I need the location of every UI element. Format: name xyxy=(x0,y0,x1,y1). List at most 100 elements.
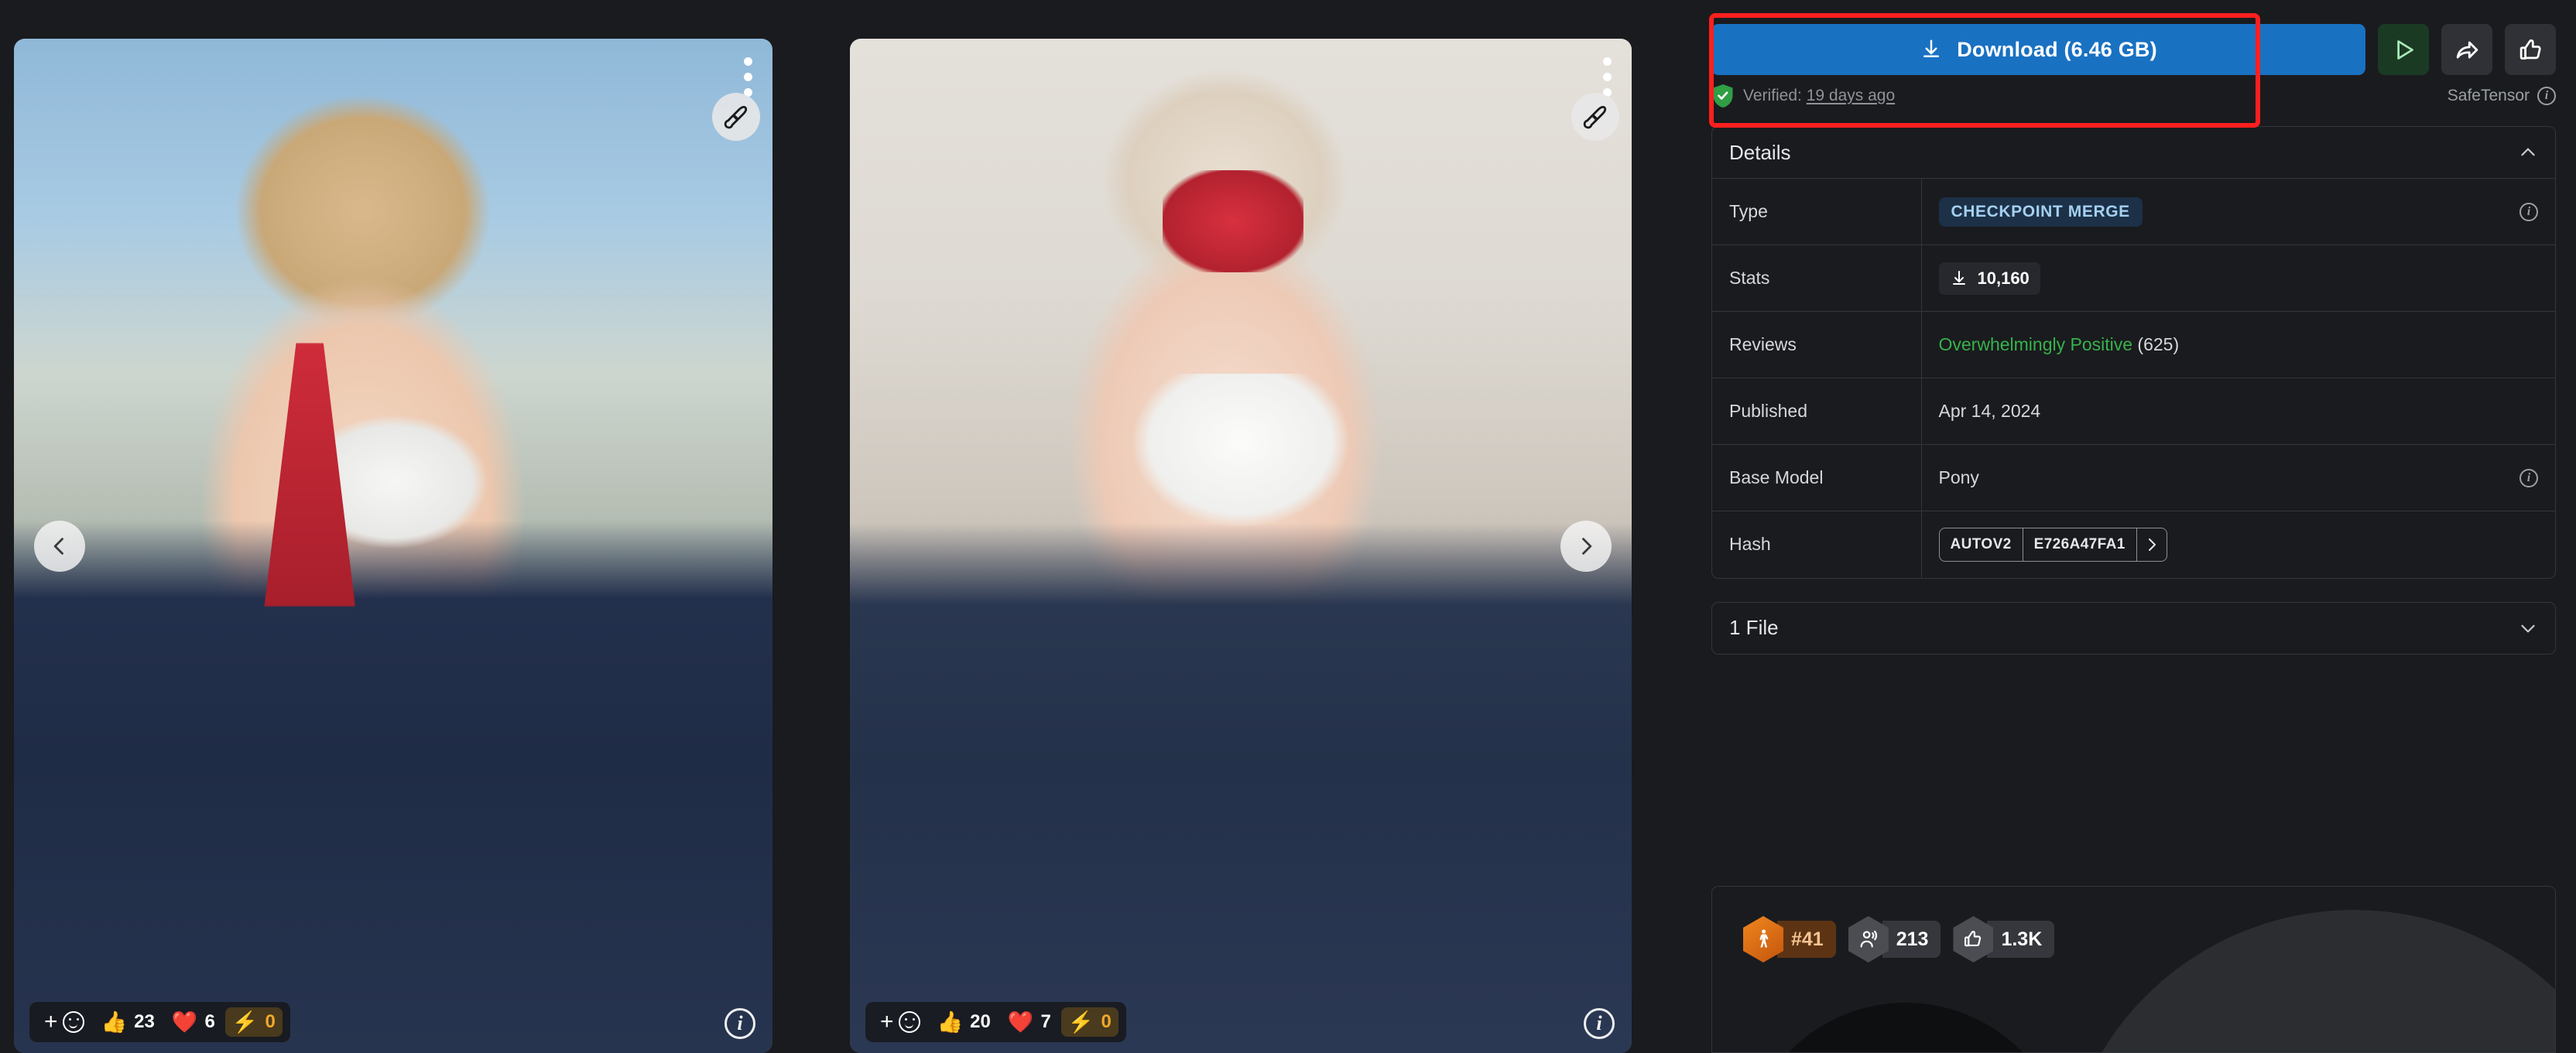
model-detail-page: + 👍 23 ❤️ 6 ⚡ 0 i + 👍 20 ❤️ 7 ⚡ 0 i Down… xyxy=(0,0,2576,1053)
remix-brush-icon-1[interactable] xyxy=(712,93,760,141)
showcase-background-arc xyxy=(2060,910,2555,1052)
table-row-type: Type CHECKPOINT MERGE i xyxy=(1712,178,2555,245)
smiley-face-icon xyxy=(62,1011,84,1033)
base-model-value: Pony xyxy=(1938,467,1979,487)
table-row-hash: Hash AUTOV2 E726A47FA1 xyxy=(1712,511,2555,578)
image-menu-kebab-icon-1[interactable] xyxy=(744,57,752,97)
table-row-base-model: Base Model Pony i xyxy=(1712,444,2555,511)
heart-emoji-icon: ❤️ xyxy=(1007,1010,1034,1034)
rank-badge[interactable]: #41 xyxy=(1743,916,1836,962)
downloads-count: 10,160 xyxy=(1977,268,2030,288)
thumbs-up-reaction-2[interactable]: 👍 20 xyxy=(930,1007,998,1037)
verified-time[interactable]: 19 days ago xyxy=(1807,87,1895,104)
add-reaction-button-1[interactable]: + xyxy=(37,1007,91,1038)
table-row-published: Published Apr 14, 2024 xyxy=(1712,378,2555,445)
chevron-up-icon xyxy=(2521,148,2535,156)
type-badge[interactable]: CHECKPOINT MERGE xyxy=(1938,197,2143,227)
thumbs-up-icon xyxy=(2519,39,2541,60)
gallery-image-card-1[interactable]: + 👍 23 ❤️ 6 ⚡ 0 i xyxy=(14,39,772,1053)
details-table: Type CHECKPOINT MERGE i Stats 10,160 Rev… xyxy=(1712,178,2555,578)
reviews-count: (625) xyxy=(2137,334,2180,354)
gallery-image-card-2[interactable]: + 👍 20 ❤️ 7 ⚡ 0 i xyxy=(850,39,1632,1053)
run-model-button[interactable] xyxy=(2378,24,2429,75)
verified-status: Verified: 19 days ago xyxy=(1711,83,1895,109)
showcase-background-disc xyxy=(1743,1003,2068,1052)
bolt-count: 0 xyxy=(1101,1011,1112,1032)
download-button[interactable]: Download (6.46 GB) xyxy=(1711,24,2365,75)
heart-reaction-1[interactable]: ❤️ 6 xyxy=(165,1007,222,1037)
download-icon xyxy=(1952,270,1965,285)
likes-badge[interactable]: 1.3K xyxy=(1953,916,2055,962)
share-icon xyxy=(2456,41,2478,58)
gallery-prev-button[interactable] xyxy=(34,520,85,572)
users-badge[interactable]: 213 xyxy=(1848,916,1941,962)
details-card: Details Type CHECKPOINT MERGE i Stats 10… xyxy=(1711,126,2556,579)
bolt-count: 0 xyxy=(265,1011,276,1032)
row-key-type: Type xyxy=(1712,178,1922,245)
hash-algorithm: AUTOV2 xyxy=(1950,535,2012,552)
reaction-bar-2[interactable]: + 👍 20 ❤️ 7 ⚡ 0 xyxy=(865,1002,1126,1042)
remix-brush-icon-2[interactable] xyxy=(1571,93,1619,141)
add-reaction-plus-icon: + xyxy=(880,1009,894,1034)
verified-prefix: Verified: xyxy=(1743,87,1807,104)
verification-row: Verified: 19 days ago SafeTensor i xyxy=(1711,84,2556,108)
gallery-photo-1 xyxy=(14,39,772,1053)
add-reaction-plus-icon: + xyxy=(44,1009,58,1034)
bolt-reaction-1[interactable]: ⚡ 0 xyxy=(224,1007,283,1037)
heart-emoji-icon: ❤️ xyxy=(171,1010,198,1034)
shield-check-icon xyxy=(1713,84,1733,108)
image-menu-kebab-icon-2[interactable] xyxy=(1603,57,1612,97)
row-value-reviews: Overwhelmingly Positive (625) xyxy=(1921,312,2555,378)
files-title: 1 File xyxy=(1729,616,1779,639)
rank-badge-label: #41 xyxy=(1777,921,1836,958)
lightning-bolt-icon: ⚡ xyxy=(231,1010,259,1034)
add-reaction-button-2[interactable]: + xyxy=(873,1007,927,1038)
reviews-sentiment[interactable]: Overwhelmingly Positive xyxy=(1939,334,2133,354)
hash-group[interactable]: AUTOV2 E726A47FA1 xyxy=(1938,527,2167,562)
hash-expand-chevron-right-icon[interactable] xyxy=(2136,528,2167,561)
details-title: Details xyxy=(1729,140,1791,164)
row-key-hash: Hash xyxy=(1712,511,1922,578)
type-info-icon[interactable]: i xyxy=(2519,202,2538,221)
gallery-next-button[interactable] xyxy=(1560,520,1612,572)
play-icon xyxy=(2396,39,2413,60)
row-key-reviews: Reviews xyxy=(1712,311,1922,378)
image-info-icon-2[interactable]: i xyxy=(1584,1008,1615,1039)
hash-value[interactable]: E726A47FA1 xyxy=(2022,528,2136,561)
files-card[interactable]: 1 File xyxy=(1711,601,2556,655)
chevron-down-icon xyxy=(2521,624,2535,632)
smiley-face-icon xyxy=(898,1011,920,1033)
details-header[interactable]: Details xyxy=(1712,127,2555,178)
image-gallery: + 👍 23 ❤️ 6 ⚡ 0 i + 👍 20 ❤️ 7 ⚡ 0 i xyxy=(0,0,1691,1053)
showcase-badges: #41 213 1.3K xyxy=(1743,916,2055,962)
table-row-stats: Stats 10,160 xyxy=(1712,244,2555,312)
download-button-label: Download (6.46 GB) xyxy=(1957,37,2157,61)
base-model-info-icon[interactable]: i xyxy=(2519,468,2538,487)
creator-showcase-card: #41 213 1.3K xyxy=(1711,886,2556,1053)
download-icon xyxy=(1923,39,1940,57)
row-key-published: Published xyxy=(1712,378,1922,445)
row-value-hash: AUTOV2 E726A47FA1 xyxy=(1921,511,2555,578)
thumbs-up-count: 23 xyxy=(134,1011,155,1032)
files-header[interactable]: 1 File xyxy=(1712,603,2555,654)
reaction-bar-1[interactable]: + 👍 23 ❤️ 6 ⚡ 0 xyxy=(29,1002,290,1042)
model-sidebar: Download (6.46 GB) Verified: 19 days ago… xyxy=(1691,0,2576,1053)
likes-badge-label: 1.3K xyxy=(1987,921,2055,958)
bolt-reaction-2[interactable]: ⚡ 0 xyxy=(1060,1007,1118,1037)
image-info-icon-1[interactable]: i xyxy=(724,1008,755,1039)
thumbs-up-reaction-1[interactable]: 👍 23 xyxy=(94,1007,162,1037)
heart-count: 6 xyxy=(204,1011,215,1032)
row-value-stats: 10,160 xyxy=(1921,245,2555,312)
row-value-type: CHECKPOINT MERGE i xyxy=(1921,179,2555,245)
thumbs-up-count: 20 xyxy=(970,1011,991,1032)
thumbs-up-emoji-icon: 👍 xyxy=(937,1010,964,1034)
share-button[interactable] xyxy=(2441,24,2492,75)
users-badge-label: 213 xyxy=(1882,921,1941,958)
heart-count: 7 xyxy=(1040,1011,1051,1032)
row-key-base-model: Base Model xyxy=(1712,444,1922,511)
heart-reaction-2[interactable]: ❤️ 7 xyxy=(1001,1007,1058,1037)
safetensor-info-icon[interactable]: i xyxy=(2537,87,2556,105)
like-button[interactable] xyxy=(2505,24,2556,75)
downloads-stat: 10,160 xyxy=(1938,262,2040,295)
safetensor-label: SafeTensor xyxy=(2447,87,2530,104)
